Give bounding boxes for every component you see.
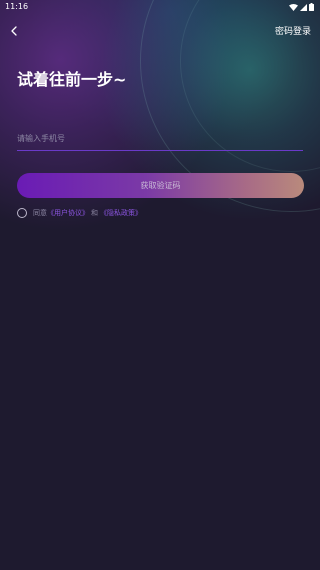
status-icons: [289, 3, 314, 11]
chevron-left-icon: [10, 21, 18, 40]
agreement-row: 同意 《用户协议》 和 《隐私政策》: [17, 208, 142, 218]
phone-input[interactable]: [17, 127, 303, 150]
agreement-radio-icon[interactable]: [17, 208, 27, 218]
agreement-conjunction: 和: [91, 209, 98, 217]
battery-icon: [309, 3, 314, 11]
agreement-prefix: 同意: [33, 209, 47, 217]
get-code-button-label: 获取验证码: [140, 181, 181, 190]
get-code-button[interactable]: 获取验证码: [17, 173, 304, 198]
signal-icon: [300, 3, 307, 11]
password-login-link[interactable]: 密码登录: [275, 24, 311, 37]
status-time: 11:16: [5, 2, 29, 11]
phone-field: [17, 126, 303, 151]
wifi-icon: [289, 3, 298, 11]
status-bar: 11:16: [0, 0, 320, 14]
page-title: 试着往前一步~: [17, 70, 127, 89]
back-button[interactable]: [6, 22, 22, 38]
privacy-policy-link[interactable]: 《隐私政策》: [100, 208, 142, 218]
user-agreement-link[interactable]: 《用户协议》: [47, 208, 89, 218]
